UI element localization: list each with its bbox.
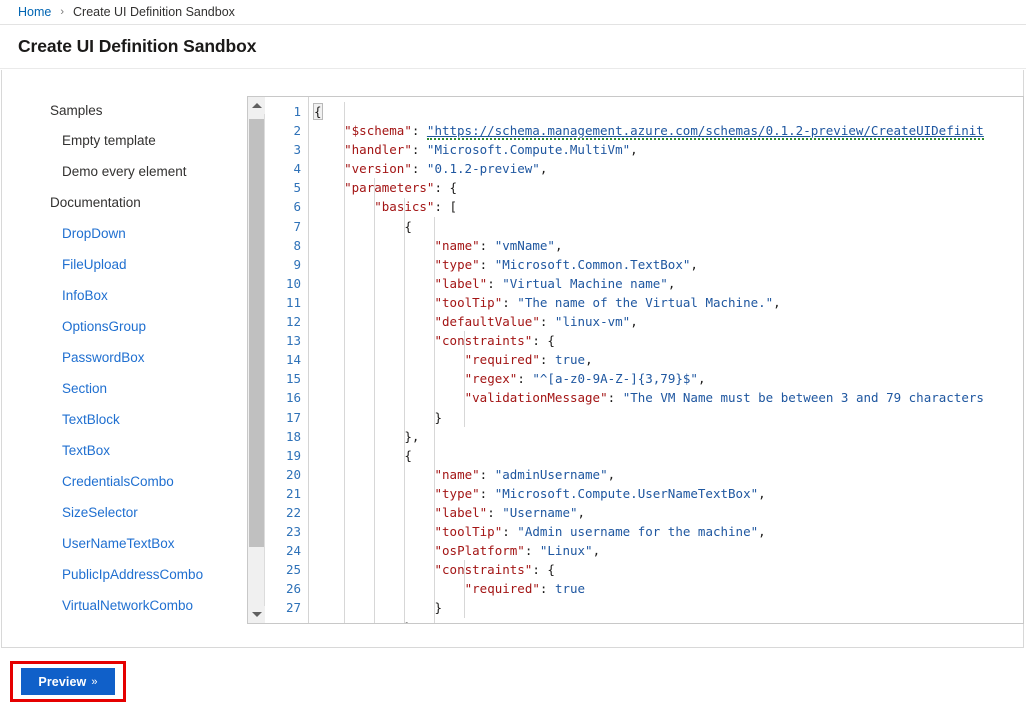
- line-number: 13: [285, 333, 301, 349]
- code-line: "label": "Virtual Machine name",: [434, 275, 676, 291]
- sidebar-item-fileupload[interactable]: FileUpload: [2, 255, 246, 275]
- code-line: "handler": "Microsoft.Compute.MultiVm",: [344, 142, 638, 158]
- sidebar-group-samples: Samples Empty template Demo every elemen…: [2, 101, 246, 182]
- json-editor[interactable]: 1 2 3 4 5 6 7 8 9 10 11 12 13 14 15 16 17 18 19 20 21 22 23 24 2…: [247, 96, 1024, 624]
- code-line: {: [404, 218, 412, 234]
- code-line: {: [404, 447, 412, 463]
- sidebar-item-virtualnetworkcombo[interactable]: VirtualNetworkCombo: [2, 596, 246, 616]
- sidebar-group-title-documentation: Documentation: [50, 195, 141, 210]
- code-line: "basics": [: [374, 199, 458, 215]
- line-number: 9: [293, 256, 301, 272]
- code-line: "parameters": {: [344, 180, 458, 196]
- code-line: }: [434, 600, 443, 616]
- sidebar-item-demo-every-element[interactable]: Demo every element: [2, 162, 246, 182]
- code-line: "name": "adminUsername",: [434, 466, 616, 482]
- sidebar-item-usernametextbox[interactable]: UserNameTextBox: [2, 534, 246, 554]
- editor-line-number-gutter: 1 2 3 4 5 6 7 8 9 10 11 12 13 14 15 16 17 18 19 20 21 22 23 24 2…: [265, 97, 309, 623]
- code-line: "toolTip": "Admin username for the machi…: [434, 524, 766, 540]
- preview-button-label: Preview: [38, 674, 87, 689]
- sidebar-group-documentation: Documentation DropDown FileUpload InfoBo…: [2, 193, 246, 616]
- line-number: 26: [285, 581, 301, 597]
- code-line: "required": true,: [464, 352, 593, 368]
- line-number: 21: [285, 485, 301, 501]
- breadcrumb: Home › Create UI Definition Sandbox: [0, 0, 1026, 25]
- sidebar-item-passwordbox[interactable]: PasswordBox: [2, 348, 246, 368]
- page-title: Create UI Definition Sandbox: [18, 36, 257, 56]
- line-number: 18: [285, 428, 301, 444]
- breadcrumb-home-link[interactable]: Home: [18, 6, 51, 19]
- line-number: 20: [285, 466, 301, 482]
- code-line: "regex": "^[a-z0-9A-Z-]{3,79}$",: [464, 371, 706, 387]
- create-ui-definition-sandbox-page: Home › Create UI Definition Sandbox Crea…: [0, 0, 1026, 711]
- line-number: 4: [293, 161, 301, 177]
- code-line: "toolTip": "The name of the Virtual Mach…: [434, 294, 781, 310]
- sidebar-item-empty-template[interactable]: Empty template: [2, 131, 246, 151]
- line-number: 10: [285, 275, 301, 291]
- code-line: }: [314, 618, 1023, 623]
- chevron-double-right-icon: »: [91, 675, 98, 688]
- line-number: 5: [293, 180, 301, 196]
- line-number: 19: [285, 447, 301, 463]
- sidebar-item-infobox[interactable]: InfoBox: [2, 286, 246, 306]
- sidebar-item-textblock[interactable]: TextBlock: [2, 410, 246, 430]
- code-line: "version": "0.1.2-preview",: [344, 161, 548, 177]
- sidebar-item-publicipaddresscombo[interactable]: PublicIpAddressCombo: [2, 565, 246, 585]
- scrollbar-thumb[interactable]: [249, 119, 264, 547]
- line-number: 15: [285, 371, 301, 387]
- line-number: 22: [285, 504, 301, 520]
- scroll-up-arrow-icon[interactable]: [248, 97, 265, 114]
- content-panel: Samples Empty template Demo every elemen…: [1, 70, 1024, 648]
- line-number: 17: [285, 409, 301, 425]
- sidebar: Samples Empty template Demo every elemen…: [2, 70, 246, 647]
- title-bar: Create UI Definition Sandbox: [0, 25, 1026, 69]
- code-line: "osPlatform": "Linux",: [434, 543, 601, 559]
- line-number: 23: [285, 524, 301, 540]
- line-number: 14: [285, 352, 301, 368]
- footer: Preview »: [1, 649, 1024, 710]
- line-number: 27: [285, 600, 301, 616]
- code-line: "validationMessage": "The VM Name must b…: [464, 390, 984, 406]
- sidebar-item-optionsgroup[interactable]: OptionsGroup: [2, 317, 246, 337]
- line-number: 25: [285, 562, 301, 578]
- sidebar-item-textbox[interactable]: TextBox: [2, 441, 246, 461]
- code-line: "type": "Microsoft.Common.TextBox",: [434, 256, 698, 272]
- line-number: 11: [285, 294, 301, 310]
- code-line: "constraints": {: [434, 562, 555, 578]
- sidebar-item-dropdown[interactable]: DropDown: [2, 224, 246, 244]
- line-number: 2: [293, 123, 301, 139]
- code-line: },: [404, 428, 420, 444]
- line-number: 3: [293, 142, 301, 158]
- code-line: "required": true: [464, 581, 586, 597]
- line-number: 28: [265, 618, 308, 623]
- editor-code-area[interactable]: { "$schema": "https://schema.management.…: [309, 97, 1023, 623]
- code-line: {: [313, 103, 323, 120]
- sidebar-item-credentialscombo[interactable]: CredentialsCombo: [2, 472, 246, 492]
- sidebar-item-section[interactable]: Section: [2, 379, 246, 399]
- code-line: "label": "Username",: [434, 504, 586, 520]
- code-line: "$schema": "https://schema.management.az…: [344, 123, 984, 141]
- line-number: 8: [293, 237, 301, 253]
- preview-button[interactable]: Preview »: [21, 668, 115, 695]
- sidebar-group-title-samples: Samples: [50, 103, 103, 118]
- sidebar-item-sizeselector[interactable]: SizeSelector: [2, 503, 246, 523]
- line-number: 6: [293, 199, 301, 215]
- breadcrumb-current: Create UI Definition Sandbox: [73, 4, 235, 19]
- scroll-down-arrow-icon[interactable]: [248, 606, 265, 623]
- line-number: 12: [285, 314, 301, 330]
- editor-vertical-scrollbar[interactable]: [248, 97, 265, 623]
- code-line: "defaultValue": "linux-vm",: [434, 314, 638, 330]
- breadcrumb-separator-icon: ›: [60, 5, 65, 18]
- code-line: }: [434, 409, 443, 425]
- line-number: 16: [285, 390, 301, 406]
- code-line: "name": "vmName",: [434, 237, 563, 253]
- line-number: 1: [293, 104, 301, 119]
- code-line: "type": "Microsoft.Compute.UserNameTextB…: [434, 485, 766, 501]
- code-line: "constraints": {: [434, 333, 555, 349]
- line-number: 24: [285, 543, 301, 559]
- line-number: 7: [293, 218, 301, 234]
